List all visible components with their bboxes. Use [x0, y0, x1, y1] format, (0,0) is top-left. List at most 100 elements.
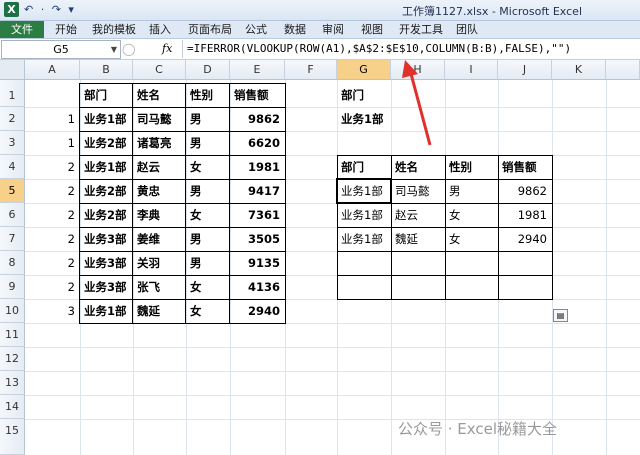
select-all-corner[interactable]	[0, 60, 25, 80]
header-cell[interactable]: 姓名	[137, 83, 160, 107]
row-header[interactable]: 1	[0, 80, 25, 107]
column-header-j[interactable]: J	[498, 60, 552, 80]
result-cell-name[interactable]: 魏延	[395, 227, 418, 251]
cell-a[interactable]: 1	[25, 131, 80, 155]
insert-function-button[interactable]: fx	[162, 41, 172, 57]
chevron-down-icon[interactable]: ▼	[111, 41, 117, 58]
cell-sex[interactable]: 男	[190, 227, 202, 251]
cell-sales[interactable]: 6620	[230, 131, 285, 155]
result-cell-name[interactable]: 司马懿	[395, 179, 430, 203]
header-cell[interactable]: 销售额	[234, 83, 269, 107]
row-header[interactable]: 10	[0, 299, 25, 323]
column-header-f[interactable]: F	[285, 60, 337, 80]
cell-dept[interactable]: 业务3部	[84, 251, 127, 275]
tab-file[interactable]: 文件	[0, 21, 44, 38]
cell-dept[interactable]: 业务1部	[84, 155, 127, 179]
result-cell-dept[interactable]: 业务1部	[341, 227, 383, 251]
cell-name[interactable]: 司马懿	[137, 107, 172, 131]
cell-dept[interactable]: 业务2部	[84, 203, 127, 227]
cell-sex[interactable]: 女	[190, 275, 202, 299]
cell-name[interactable]: 李典	[137, 203, 160, 227]
row-header[interactable]: 3	[0, 131, 25, 155]
result-header-cell[interactable]: 姓名	[395, 155, 418, 179]
column-header-e[interactable]: E	[230, 60, 285, 80]
name-box[interactable]: G5 ▼	[1, 40, 121, 59]
tab-view[interactable]: 视图	[361, 22, 383, 37]
tab-my-templates[interactable]: 我的模板	[92, 22, 136, 37]
cell-name[interactable]: 张飞	[137, 275, 160, 299]
cell-a[interactable]: 1	[25, 107, 80, 131]
cell-sales[interactable]: 3505	[230, 227, 285, 251]
result-header-cell[interactable]: 性别	[449, 155, 472, 179]
quick-access-toolbar[interactable]: ↶ · ↷ ▾	[24, 3, 76, 16]
column-header-d[interactable]: D	[186, 60, 230, 80]
column-header-g[interactable]: G	[337, 60, 391, 80]
row-header[interactable]: 6	[0, 203, 25, 227]
row-header-selected[interactable]: 5	[0, 179, 25, 203]
row-header[interactable]: 12	[0, 347, 25, 371]
column-header-i[interactable]: I	[445, 60, 498, 80]
tab-data[interactable]: 数据	[284, 22, 306, 37]
result-header-cell[interactable]: 销售额	[502, 155, 537, 179]
result-cell-sex[interactable]: 女	[449, 203, 461, 227]
result-cell-dept[interactable]: 业务1部	[341, 203, 383, 227]
cell-a[interactable]: 2	[25, 203, 80, 227]
tab-page-layout[interactable]: 页面布局	[188, 22, 232, 37]
cell-dept[interactable]: 业务2部	[84, 179, 127, 203]
tab-review[interactable]: 审阅	[322, 22, 344, 37]
tab-developer[interactable]: 开发工具	[399, 22, 443, 37]
cell-sales[interactable]: 1981	[230, 155, 285, 179]
cell-a[interactable]: 3	[25, 299, 80, 323]
cell-sales[interactable]: 4136	[230, 275, 285, 299]
cell-name[interactable]: 姜维	[137, 227, 160, 251]
tab-insert[interactable]: 插入	[149, 22, 171, 37]
cell-a[interactable]: 2	[25, 155, 80, 179]
header-cell[interactable]: 部门	[84, 83, 107, 107]
result-cell-sex[interactable]: 女	[449, 227, 461, 251]
result-cell-name[interactable]: 赵云	[395, 203, 418, 227]
cell-a[interactable]: 2	[25, 275, 80, 299]
active-cell-selection[interactable]	[336, 178, 392, 204]
cell-sex[interactable]: 男	[190, 179, 202, 203]
column-header-h[interactable]: H	[391, 60, 445, 80]
criteria-value[interactable]: 业务1部	[341, 107, 384, 131]
cell-dept[interactable]: 业务2部	[84, 131, 127, 155]
cell-sex[interactable]: 女	[190, 299, 202, 323]
cancel-icon[interactable]: ◯	[122, 41, 135, 57]
row-header[interactable]: 4	[0, 155, 25, 179]
cell-sex[interactable]: 男	[190, 107, 202, 131]
excel-app-icon[interactable]: X	[4, 2, 19, 17]
cell-sales[interactable]: 9135	[230, 251, 285, 275]
cell-sales[interactable]: 2940	[230, 299, 285, 323]
cell-a[interactable]: 2	[25, 227, 80, 251]
cell-sales[interactable]: 9862	[230, 107, 285, 131]
criteria-label[interactable]: 部门	[341, 83, 364, 107]
row-header[interactable]: 13	[0, 371, 25, 395]
row-header[interactable]: 2	[0, 107, 25, 131]
cell-dept[interactable]: 业务3部	[84, 275, 127, 299]
cell-dept[interactable]: 业务1部	[84, 299, 127, 323]
result-header-cell[interactable]: 部门	[341, 155, 364, 179]
tab-home[interactable]: 开始	[55, 22, 77, 37]
row-header[interactable]: 14	[0, 395, 25, 419]
cell-name[interactable]: 诸葛亮	[137, 131, 172, 155]
result-cell-sex[interactable]: 男	[449, 179, 461, 203]
cell-sex[interactable]: 女	[190, 155, 202, 179]
cell-name[interactable]: 魏延	[137, 299, 160, 323]
cell-sex[interactable]: 男	[190, 131, 202, 155]
result-cell-sales[interactable]: 9862	[498, 179, 552, 203]
cell-a[interactable]: 2	[25, 251, 80, 275]
result-cell-sales[interactable]: 2940	[498, 227, 552, 251]
formula-input[interactable]: =IFERROR(VLOOKUP(ROW(A1),$A$2:$E$10,COLU…	[182, 40, 640, 58]
row-header[interactable]: 9	[0, 275, 25, 299]
paste-options-icon[interactable]: ▤	[553, 309, 568, 322]
cell-sales[interactable]: 7361	[230, 203, 285, 227]
column-header-a[interactable]: A	[25, 60, 80, 80]
cell-sex[interactable]: 男	[190, 251, 202, 275]
column-header-k[interactable]: K	[552, 60, 606, 80]
cell-sex[interactable]: 女	[190, 203, 202, 227]
column-header-b[interactable]: B	[80, 60, 133, 80]
cell-dept[interactable]: 业务3部	[84, 227, 127, 251]
row-header[interactable]: 11	[0, 323, 25, 347]
row-header[interactable]: 8	[0, 251, 25, 275]
